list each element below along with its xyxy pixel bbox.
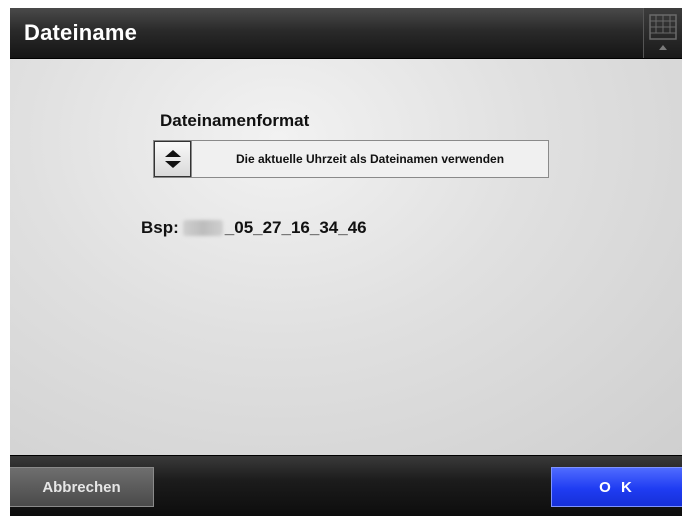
format-label: Dateinamenformat: [160, 111, 310, 130]
filename-format-select[interactable]: Die aktuelle Uhrzeit als Dateinamen verw…: [153, 140, 549, 178]
blurred-year: [182, 220, 223, 236]
example-prefix: Bsp:: [141, 218, 179, 237]
dialog-window: Dateiname Dateinamenformat Die aktuelle …: [10, 8, 682, 516]
select-value: Die aktuelle Uhrzeit als Dateinamen verw…: [235, 152, 505, 166]
example-suffix: _05_27_16_34_46: [224, 218, 367, 237]
keyboard-icon: [649, 14, 677, 50]
example-filename: Bsp: _05_27_16_34_46: [141, 217, 367, 239]
ok-button[interactable]: O K: [551, 467, 682, 507]
footer-bar: Abbrechen O K: [10, 455, 682, 516]
up-down-arrows-icon: [165, 150, 181, 168]
keyboard-button[interactable]: [643, 8, 682, 58]
window-title: Dateiname: [24, 20, 138, 45]
cancel-button[interactable]: Abbrechen: [10, 467, 154, 507]
title-bar: Dateiname: [10, 8, 682, 59]
content-area: Dateinamenformat Die aktuelle Uhrzeit al…: [10, 59, 682, 455]
select-toggle-button[interactable]: [154, 141, 192, 177]
